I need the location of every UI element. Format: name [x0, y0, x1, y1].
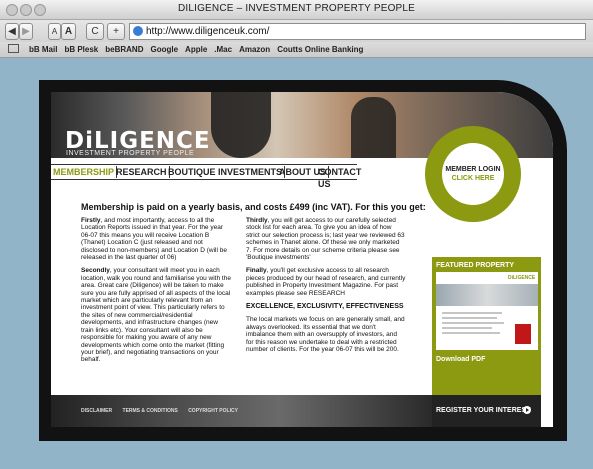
- featured-property-thumbnail[interactable]: DiLIGENCE: [436, 272, 538, 350]
- footer-links: DISCLAIMER TERMS & CONDITIONS COPYRIGHT …: [81, 408, 247, 414]
- text-firstly: , and most importantly, access to all th…: [81, 217, 227, 262]
- member-login-button[interactable]: MEMBER LOGIN CLICK HERE: [425, 126, 521, 222]
- bookmark-item[interactable]: Apple: [185, 42, 207, 57]
- arrow-right-icon: [523, 406, 531, 414]
- header-silhouette: [351, 97, 396, 158]
- bookmarks-book-icon[interactable]: [8, 44, 19, 53]
- bookmark-item[interactable]: .Mac: [214, 42, 232, 57]
- bookmark-item[interactable]: beBRAND: [105, 42, 143, 57]
- url-text: http://www.diligenceuk.com/: [146, 26, 270, 37]
- text-thirdly: , you will get access to our carefully s…: [246, 217, 405, 262]
- featured-property-title: FEATURED PROPERTY: [436, 262, 515, 269]
- thumbnail-building-image: [436, 284, 538, 306]
- paragraph-finally: Finally, you'll get exclusive access to …: [246, 267, 406, 297]
- thumbnail-text-line: [442, 312, 502, 314]
- lead-secondly: Secondly: [81, 267, 110, 275]
- bookmark-item[interactable]: Coutts Online Banking: [277, 42, 363, 57]
- excellence-paragraph: The local markets we focus on are genera…: [246, 316, 405, 354]
- paragraph-firstly: Firstly, and most importantly, access to…: [81, 217, 231, 261]
- thumbnail-text-line: [442, 322, 504, 324]
- footer-disclaimer-link[interactable]: DISCLAIMER: [81, 408, 112, 414]
- paragraph-secondly: Secondly, your consultant will meet you …: [81, 267, 231, 363]
- browser-window: DILIGENCE – INVESTMENT PROPERTY PEOPLE ◀…: [0, 0, 593, 469]
- footer-terms-link[interactable]: TERMS & CONDITIONS: [123, 408, 178, 414]
- pdf-icon: [515, 324, 531, 344]
- site-tagline: INVESTMENT PROPERTY PEOPLE: [66, 150, 195, 157]
- register-interest-label: REGISTER YOUR INTEREST: [436, 407, 531, 414]
- text-smaller-button[interactable]: A: [48, 23, 61, 40]
- page-viewport: DiLIGENCE INVESTMENT PROPERTY PEOPLE MEM…: [0, 58, 593, 469]
- text-finally: , you'll get exclusive access to all res…: [246, 267, 406, 297]
- reload-button[interactable]: C: [86, 23, 104, 40]
- nav-research[interactable]: RESEARCH: [114, 166, 170, 178]
- register-interest-button[interactable]: REGISTER YOUR INTEREST: [432, 395, 541, 427]
- text-larger-button[interactable]: A: [61, 23, 76, 40]
- nav-membership[interactable]: MEMBERSHIP: [51, 166, 118, 178]
- address-bar[interactable]: http://www.diligenceuk.com/: [129, 23, 586, 40]
- excellence-heading: EXCELLENCE, EXCLUSIVITY, EFFECTIVENESS: [246, 303, 404, 311]
- bookmark-item[interactable]: bB Mail: [29, 42, 57, 57]
- header-silhouette: [211, 92, 271, 158]
- thumbnail-logo: DiLIGENCE: [508, 275, 536, 281]
- membership-headline: Membership is paid on a yearly basis, an…: [81, 202, 426, 212]
- member-login-label: MEMBER LOGIN: [445, 166, 501, 173]
- lead-finally: Finally: [246, 267, 267, 275]
- lead-thirdly: Thirdly: [246, 217, 268, 224]
- bookmark-item[interactable]: bB Plesk: [64, 42, 98, 57]
- download-pdf-link[interactable]: Download PDF: [436, 356, 485, 363]
- text-secondly: , your consultant will meet you in each …: [81, 267, 231, 364]
- main-nav: MEMBERSHIP RESEARCH BOUTIQUE INVESTMENTS…: [51, 164, 361, 189]
- window-title: DILIGENCE – INVESTMENT PROPERTY PEOPLE: [177, 3, 416, 14]
- right-column: Thirdly, you will get access to our care…: [246, 217, 406, 360]
- title-bar: DILIGENCE – INVESTMENT PROPERTY PEOPLE: [0, 0, 593, 20]
- bookmark-item[interactable]: Amazon: [239, 42, 270, 57]
- browser-toolbar: ◀ ▶ A A C + http://www.diligenceuk.com/: [0, 20, 593, 42]
- globe-icon: [133, 26, 143, 36]
- site-content: DiLIGENCE INVESTMENT PROPERTY PEOPLE MEM…: [51, 92, 553, 427]
- lead-firstly: Firstly: [81, 217, 101, 224]
- thumbnail-text-line: [442, 317, 497, 319]
- site-frame: DiLIGENCE INVESTMENT PROPERTY PEOPLE MEM…: [39, 80, 567, 441]
- nav-contact-us[interactable]: CONTACT US: [316, 166, 363, 189]
- bookmark-item[interactable]: Google: [150, 42, 178, 57]
- add-bookmark-button[interactable]: +: [107, 23, 125, 40]
- thumbnail-text-line: [442, 332, 500, 334]
- back-button[interactable]: ◀: [5, 23, 19, 40]
- bookmarks-bar: bB Mail bB Plesk beBRAND Google Apple .Mac Ama…: [0, 42, 593, 58]
- paragraph-thirdly: Thirdly, you will get access to our care…: [246, 217, 406, 261]
- member-login-inner: MEMBER LOGIN CLICK HERE: [442, 143, 504, 205]
- thumbnail-text-line: [442, 327, 492, 329]
- nav-boutique-investments[interactable]: BOUTIQUE INVESTMENTS: [166, 166, 286, 178]
- member-login-cta: CLICK HERE: [451, 175, 495, 182]
- left-column: Firstly, and most importantly, access to…: [81, 217, 231, 370]
- forward-button[interactable]: ▶: [19, 23, 33, 40]
- footer-copyright-link[interactable]: COPYRIGHT POLICY: [188, 408, 238, 414]
